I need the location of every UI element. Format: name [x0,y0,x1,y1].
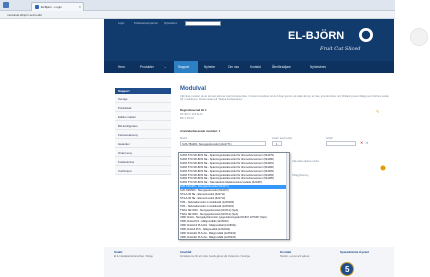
antal-input[interactable] [326,141,356,146]
address-url[interactable]: modulval.elbjorn.se/modul [7,13,42,17]
logo-tagline: Fruit Cut Sliced [319,46,361,52]
footer-col2-title: Innehåll [180,250,192,254]
browser-tab-bar: El-Bjørn - Login × [0,0,430,11]
sidebar-item-label: Ordermeny [118,151,132,155]
footer-col2-text: Kontakta oss för ett möte, besök gärna v… [180,255,251,258]
header-link-partner[interactable]: Professionell partner [134,22,158,25]
award-badge-icon: 5 [340,262,354,276]
sidebar-item-product-select[interactable]: Produktval [115,103,171,112]
sidebar-item-order-menu[interactable]: Ordermeny [115,148,171,157]
qty-label: Antal i kund order [272,137,293,140]
sidebar-item-warranty[interactable]: Garantier [115,139,171,148]
tab-close-icon[interactable]: × [79,4,81,9]
sidebar-item-label: Kodauskriver [118,160,135,164]
module-field-label: Modul [180,137,188,140]
footer-col3-text: Telefon, e-post och adress [280,255,310,258]
section1-label: Regionbaserad kit 1 [180,108,207,112]
dropdown-option[interactable]: VMR 10-EA2H PLS-3A - Mätgrundkål (12A504… [180,236,288,240]
footer-col3-title: Kontakt [280,250,292,254]
footer-col4-title: Spara/Hämta Gyzant [340,250,370,254]
sidebar-item-output[interactable]: Cut/Output [115,166,171,175]
nav-item-contact[interactable]: Kontakt [250,65,261,69]
page-title: Modulval [180,86,207,92]
window-icon [3,2,9,8]
qty-input[interactable]: 1 [272,141,282,146]
nav-item-support-label: Support [178,65,190,69]
sidebar-item-edition-master[interactable]: Edition master [115,112,171,121]
sidebar-item-code-writer[interactable]: Kodauskriver [115,157,171,166]
logo-bear-inner-icon [361,30,371,40]
sidebar-item-label: Felmanualmeny [118,133,138,137]
nav-item-products-arrow-icon[interactable]: ⌄ [164,65,167,69]
sidebar-item-configurator[interactable]: BO-konfigurator [115,121,171,130]
nav-item-products[interactable]: Produkter [140,65,154,69]
sidebar-item-label: Cut/Output [118,169,132,173]
remove-icon[interactable]: ✕ [360,140,363,145]
sidebar-item-label: BO-konfigurator [118,124,138,128]
circle-icon [410,28,428,46]
sidebar-item-label: Edition master [118,115,136,119]
browser-window: El-Bjørn - Login × modulval.elbjorn.se/m… [0,0,430,277]
brand-logo[interactable]: EL-BJÖRN Fruit Cut Sliced [284,23,378,57]
sidebar-item-label: Sverige [118,97,128,101]
header-link-newsletter[interactable]: Nyhetsbrev [164,22,177,25]
section1-sub2: BO-V 03 09 [180,117,194,120]
address-bar[interactable]: modulval.elbjorn.se/modul [0,11,430,19]
help-icon[interactable] [380,165,386,171]
sidebar-item-label: Produktval [118,106,132,110]
award-badge-number: 5 [345,265,350,274]
module-select[interactable]: SUS-TB1901: Stengspolsmodul (12A1771) [180,141,266,146]
nav-item-newsletter[interactable]: Nyhetsbrev [310,65,326,69]
header-search-input[interactable] [185,21,221,26]
sidebar-item-fault-manual[interactable]: Felmanualmeny [115,130,171,139]
favicon-icon [35,5,39,9]
footer-col1-title: Snabt [114,250,123,254]
dropdown-scrollbar[interactable] [286,153,289,239]
edit-icon[interactable]: ✎ [376,109,379,114]
section2-label: Användarbaserade moduler: 1 [180,129,221,133]
nav-item-about[interactable]: Om oss [228,65,239,69]
browser-tab[interactable]: El-Bjørn - Login × [31,2,84,11]
sidebar-title: Support [118,89,130,93]
intro-text: Välj dina moduler så att det kan skrivas… [180,95,389,102]
qty-input-value: 1 [276,142,278,146]
header-link-login[interactable]: Login [118,22,124,25]
right-note: Välj nästa aktiva modul [292,160,319,163]
module-dropdown-list[interactable]: SUKR 5T3-SR-BOS SE - Spänningsutsöksmodu… [178,152,290,240]
section1-sub: Till: BO-V 123 SL11 [180,113,203,116]
tab-title: El-Bjørn - Login [41,5,62,9]
sidebar-item-sweden[interactable]: Sverige [115,94,171,103]
nav-item-dealers[interactable]: Återförsäljare [272,65,291,69]
module-select-value: SUS-TB1901: Stengspolsmodul (12A1771) [182,142,232,146]
logo-text: EL-BJÖRN [288,29,344,42]
nav-item-news[interactable]: Nyheter [204,65,215,69]
search-icon[interactable]: ⌕ [366,140,368,145]
antal-label: Antal* [326,137,333,140]
sidebar: Support Sverige Produktval Edition maste… [115,88,171,208]
right-note-2: Tillägg/lösning [292,174,309,177]
nav-item-home[interactable]: Hem [118,65,125,69]
sidebar-item-label: Garantier [118,142,130,146]
main-navigation: Hem Produkter ⌄ Support Nyheter Om oss K… [104,61,394,73]
nav-item-support[interactable]: Support [174,61,198,73]
